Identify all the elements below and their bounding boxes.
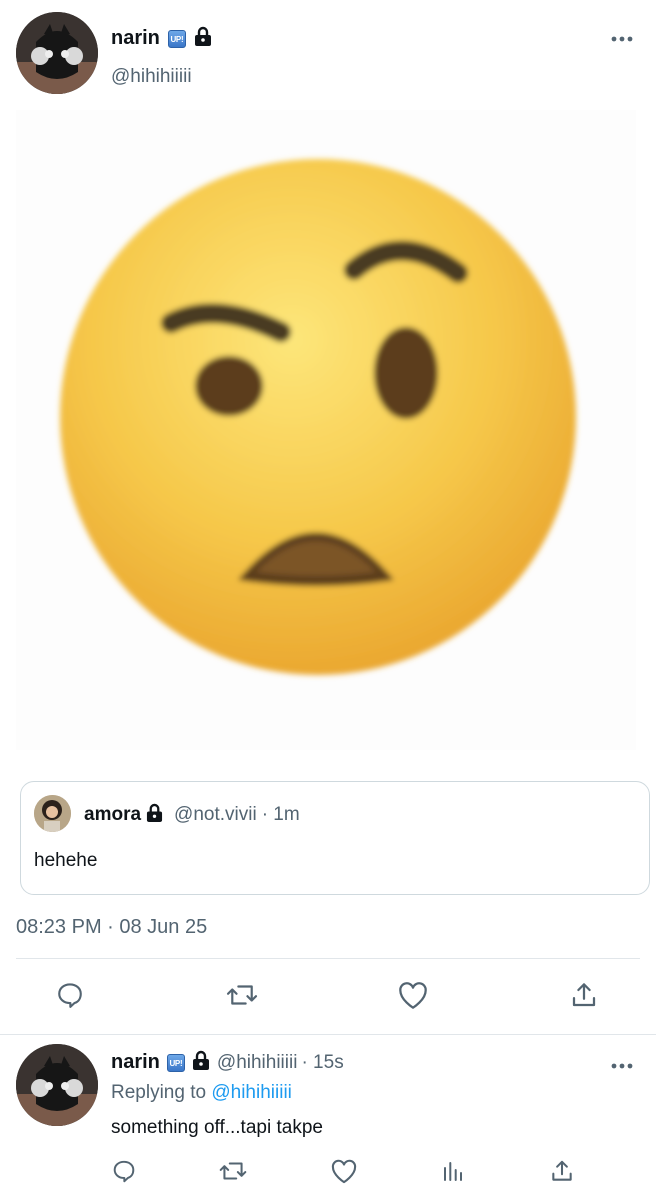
retweet-icon[interactable] bbox=[218, 1158, 248, 1184]
quoted-tweet[interactable] bbox=[20, 781, 650, 895]
reply-time: · 15s bbox=[301, 1051, 344, 1073]
divider bbox=[16, 958, 640, 959]
author-avatar[interactable] bbox=[16, 12, 98, 94]
quote-author-avatar[interactable] bbox=[34, 795, 71, 832]
up-badge-icon: UP! bbox=[167, 29, 186, 48]
reply-author-avatar[interactable] bbox=[16, 1044, 98, 1126]
reply-author-name[interactable]: narin bbox=[111, 1051, 160, 1074]
reply-icon[interactable] bbox=[111, 1158, 137, 1184]
lock-icon bbox=[194, 26, 212, 51]
lock-icon bbox=[146, 803, 163, 827]
tweet-timestamp[interactable]: 08:23 PM · 08 Jun 25 bbox=[16, 916, 207, 939]
reply-text: something off...tapi takpe bbox=[111, 1117, 323, 1138]
more-icon[interactable] bbox=[610, 1057, 634, 1075]
lock-icon bbox=[192, 1050, 210, 1075]
quote-text: hehehe bbox=[34, 850, 98, 871]
quote-author-name[interactable]: amora bbox=[84, 804, 141, 826]
author-name[interactable]: narin bbox=[111, 27, 160, 50]
up-badge-icon: UP! bbox=[166, 1053, 185, 1072]
like-icon[interactable] bbox=[397, 980, 429, 1010]
more-icon[interactable] bbox=[610, 30, 634, 48]
share-icon[interactable] bbox=[569, 980, 599, 1010]
raised-eyebrow-face-emoji-icon bbox=[60, 159, 576, 675]
divider bbox=[0, 1034, 656, 1035]
analytics-icon[interactable] bbox=[441, 1159, 465, 1183]
replying-to-handle[interactable]: @hihihiiiii bbox=[211, 1082, 292, 1103]
tweet-media-image[interactable] bbox=[16, 110, 636, 750]
quote-time: · 1m bbox=[261, 804, 300, 825]
author-handle[interactable]: @hihihiiiii bbox=[111, 66, 192, 88]
like-icon[interactable] bbox=[330, 1158, 358, 1184]
reply-icon[interactable] bbox=[55, 980, 85, 1010]
quote-author-handle[interactable]: @not.vivii bbox=[174, 804, 257, 826]
retweet-icon[interactable] bbox=[225, 980, 259, 1010]
reply-author-handle[interactable]: @hihihiiiii bbox=[217, 1052, 298, 1074]
share-icon[interactable] bbox=[549, 1158, 575, 1184]
replying-to-label: Replying to bbox=[111, 1082, 207, 1103]
